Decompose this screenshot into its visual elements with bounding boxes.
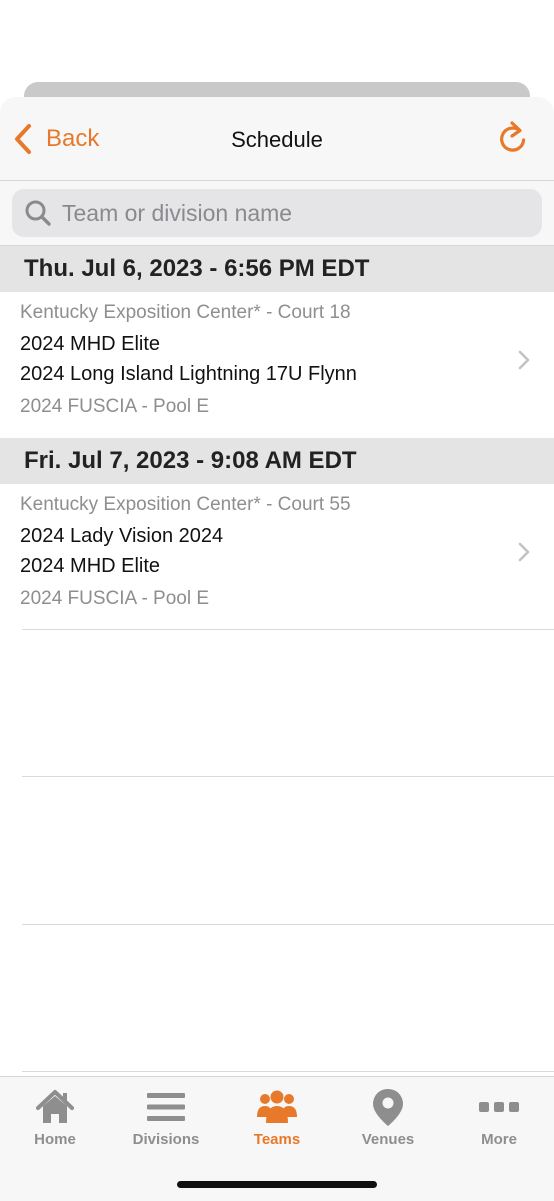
division-label: 2024 FUSCIA - Pool E: [20, 588, 210, 609]
back-button[interactable]: Back: [12, 121, 99, 157]
game-row[interactable]: Kentucky Exposition Center* - Court 55 2…: [0, 484, 554, 630]
team-one-label: 2024 MHD Elite: [20, 333, 161, 355]
venue-label: Kentucky Exposition Center* - Court 18: [20, 302, 351, 323]
home-icon: [36, 1090, 74, 1123]
game-row[interactable]: Kentucky Exposition Center* - Court 18 2…: [0, 292, 554, 438]
search-field[interactable]: [12, 189, 542, 237]
team-two-label: 2024 Long Island Lightning 17U Flynn: [20, 363, 357, 385]
day-header-label: Thu. Jul 6, 2023 - 6:56 PM EDT: [24, 255, 370, 282]
back-label: Back: [46, 125, 100, 152]
schedule-sheet: Back Schedule Thu. Jul 6, 2023 - 6:56 PM…: [0, 97, 554, 1200]
navigation-bar: Back Schedule: [0, 97, 554, 181]
row-divider: [22, 924, 554, 925]
division-label: 2024 FUSCIA - Pool E: [20, 396, 210, 417]
tab-label-venues: Venues: [361, 1131, 415, 1148]
tab-label-divisions: Divisions: [132, 1131, 200, 1148]
team-one-label: 2024 Lady Vision 2024: [20, 525, 224, 547]
row-divider: [22, 1071, 554, 1072]
chevron-right-icon: [518, 350, 530, 370]
list-icon: [147, 1093, 185, 1121]
day-header: Fri. Jul 7, 2023 - 9:08 AM EDT: [0, 438, 554, 484]
tab-label-more: More: [481, 1131, 517, 1148]
tab-label-teams: Teams: [253, 1131, 301, 1148]
row-divider: [22, 776, 554, 777]
search-input[interactable]: [60, 198, 524, 228]
tab-venues[interactable]: Venues: [333, 1077, 443, 1157]
chevron-left-icon: [15, 124, 31, 154]
tab-divisions[interactable]: Divisions: [111, 1077, 221, 1157]
day-header-label: Fri. Jul 7, 2023 - 9:08 AM EDT: [24, 447, 357, 474]
tab-teams[interactable]: Teams: [222, 1077, 332, 1157]
tab-label-home: Home: [34, 1131, 76, 1148]
home-indicator[interactable]: [177, 1181, 377, 1188]
refresh-icon[interactable]: [496, 119, 530, 157]
search-bar: [0, 181, 554, 246]
people-icon: [257, 1090, 297, 1123]
day-header: Thu. Jul 6, 2023 - 6:56 PM EDT: [0, 246, 554, 292]
tab-home[interactable]: Home: [0, 1077, 110, 1157]
venue-label: Kentucky Exposition Center* - Court 55: [20, 494, 351, 515]
location-pin-icon: [373, 1089, 403, 1126]
more-dots-icon: [479, 1102, 519, 1112]
row-divider: [22, 629, 554, 630]
team-two-label: 2024 MHD Elite: [20, 555, 161, 577]
chevron-right-icon: [518, 542, 530, 562]
search-icon: [25, 200, 51, 226]
tab-more[interactable]: More: [444, 1077, 554, 1157]
